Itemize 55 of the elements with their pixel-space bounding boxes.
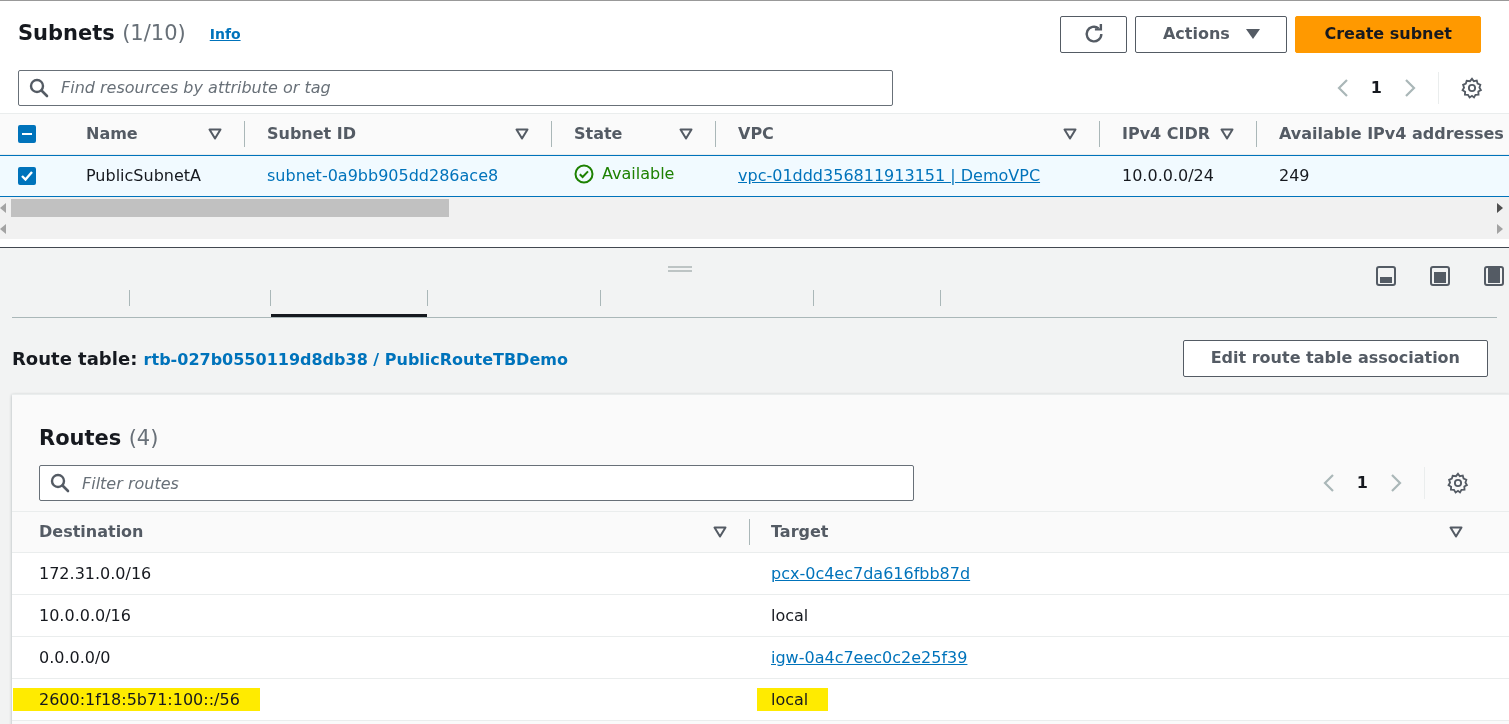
column-header[interactable]: IPv4 CIDR [1122,122,1211,146]
scrollbar-thumb[interactable] [11,199,449,217]
settings-icon[interactable] [1447,472,1469,494]
table-cell: 10.0.0.0/16 [39,605,131,625]
check-circle-icon [574,163,594,184]
table-cell: local [771,605,809,625]
select-all-checkbox[interactable] [18,125,36,143]
sort-icon[interactable] [1220,128,1234,140]
vpc-link[interactable]: vpc-01ddd356811913151 | DemoVPC [738,166,1041,185]
filter-field[interactable]: Filter routes [39,465,914,501]
sort-icon[interactable] [208,128,222,140]
sort-icon[interactable] [1449,526,1463,538]
actions-button[interactable]: Actions [1135,15,1288,53]
page-number[interactable]: 1 [1370,75,1382,100]
sort-icon[interactable] [1063,128,1077,140]
column-header[interactable]: Destination [39,520,144,544]
panel-title: Subnets (1/10) [18,20,186,48]
table-cell: PublicSubnetA [86,166,201,185]
scroll-right-icon[interactable] [1497,203,1503,213]
drag-handle-icon[interactable] [668,266,692,272]
settings-icon[interactable] [1461,76,1483,99]
status-text: Available [602,162,675,185]
table-cell: 10.0.0.0/24 [1122,166,1214,185]
refresh-button[interactable] [1060,15,1128,53]
table-cell: local [757,687,829,711]
caret-icon [1245,29,1260,39]
target-link[interactable]: pcx-0c4ec7da616fbb87d [771,563,971,583]
full-panel-icon[interactable] [1484,266,1504,286]
table-cell: 0.0.0.0/0 [39,647,111,667]
column-header[interactable]: State [574,122,623,146]
subnet-id-link[interactable]: subnet-0a9bb905dd286ace8 [267,166,499,185]
sort-icon[interactable] [679,128,693,140]
search-field[interactable]: Find resources by attribute or tag [18,69,893,106]
column-header[interactable]: VPC [738,122,774,146]
target-link[interactable]: igw-0a4c7eec0c2e25f39 [771,647,968,667]
column-header[interactable]: Target [771,520,829,544]
info-link[interactable]: Info [209,23,241,45]
table-cell: 249 [1279,166,1310,185]
column-header[interactable]: Name [86,122,138,146]
section-heading: Route table: rtb-027b0550119d8db38 / PublicRouteTBDemo [12,346,568,371]
page-number[interactable]: 1 [1356,471,1368,495]
column-header[interactable]: Subnet ID [267,122,357,146]
bottom-panel-icon[interactable] [1376,266,1396,286]
sort-icon[interactable] [713,526,727,538]
search-icon [29,77,49,98]
row-checkbox[interactable] [18,167,36,185]
create-subnet-button[interactable]: Create subnet [1295,15,1481,53]
split-panel-icon[interactable] [1430,266,1450,286]
table-cell: 172.31.0.0/16 [39,563,152,583]
table-cell: 2600:1f18:5b71:100::/56 [13,687,260,711]
edit-association-button[interactable]: Edit route table association [1182,339,1488,377]
column-header[interactable]: Available IPv4 addresses [1279,122,1504,146]
search-icon [50,473,70,493]
sort-icon[interactable] [515,128,529,140]
routes-title: Routes (4) [39,426,159,450]
